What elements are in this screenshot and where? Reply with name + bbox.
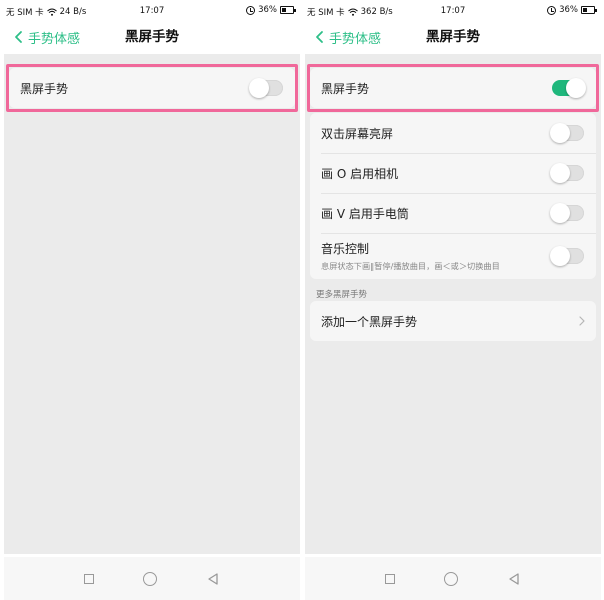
status-bar: 无 SIM 卡 24 B/s 17:07 36% — [4, 0, 300, 22]
gesture-toggle-double-tap[interactable] — [550, 123, 584, 143]
alarm-icon — [246, 5, 256, 15]
gesture-row-camera[interactable]: 画 O 启用相机 — [310, 153, 596, 193]
status-bar: 无 SIM 卡 362 B/s 17:07 36% — [305, 0, 601, 22]
main-toggle-label: 黑屏手势 — [20, 81, 69, 96]
gesture-label: 双击屏幕亮屏 — [321, 126, 394, 141]
gesture-toggle-music[interactable] — [550, 246, 584, 266]
alarm-icon — [547, 5, 557, 15]
add-gesture-label: 添加一个黑屏手势 — [321, 314, 418, 329]
main-toggle-card: 黑屏手势 — [9, 68, 295, 108]
triangle-back-icon[interactable] — [206, 572, 220, 586]
add-gesture-row[interactable]: 添加一个黑屏手势 — [310, 301, 596, 341]
battery-icon — [581, 6, 597, 14]
back-label: 手势体感 — [329, 31, 382, 47]
chevron-right-icon — [579, 316, 585, 326]
back-button[interactable]: 手势体感 — [12, 22, 80, 52]
system-nav-bar — [4, 557, 300, 600]
nav-header: 手势体感 黑屏手势 — [305, 22, 601, 52]
square-recents-icon[interactable] — [83, 573, 94, 584]
circle-home-icon[interactable] — [443, 571, 458, 586]
more-gestures-section-label: 更多黑屏手势 — [316, 290, 368, 300]
battery-icon — [280, 6, 296, 14]
main-toggle-row[interactable]: 黑屏手势 — [310, 68, 596, 108]
gesture-row-flashlight[interactable]: 画 V 启用手电筒 — [310, 193, 596, 233]
triangle-back-icon[interactable] — [507, 572, 521, 586]
gesture-toggle-camera[interactable] — [550, 163, 584, 183]
square-recents-icon[interactable] — [384, 573, 395, 584]
settings-content: 黑屏手势 双击屏幕亮屏 画 O 启用相机 画 V 启用手电筒 音乐控制 息屏状态… — [305, 54, 601, 554]
gesture-list-card: 双击屏幕亮屏 画 O 启用相机 画 V 启用手电筒 音乐控制 息屏状态下画‖暂停… — [310, 113, 596, 279]
status-right: 36% — [246, 5, 296, 15]
back-button[interactable]: 手势体感 — [313, 22, 381, 52]
main-toggle-switch[interactable] — [249, 78, 283, 98]
gesture-label: 音乐控制 — [321, 242, 370, 256]
back-label: 手势体感 — [28, 31, 81, 47]
battery-percent: 36% — [559, 5, 578, 15]
status-right: 36% — [547, 5, 597, 15]
gesture-row-double-tap[interactable]: 双击屏幕亮屏 — [310, 113, 596, 153]
gesture-toggle-flashlight[interactable] — [550, 203, 584, 223]
nav-header: 手势体感 黑屏手势 — [4, 22, 300, 52]
chevron-left-icon — [15, 31, 22, 43]
gesture-label: 画 O 启用相机 — [321, 166, 399, 181]
main-toggle-row[interactable]: 黑屏手势 — [9, 68, 295, 108]
battery-percent: 36% — [258, 5, 277, 15]
chevron-left-icon — [316, 31, 323, 43]
main-toggle-switch[interactable] — [552, 78, 586, 98]
system-nav-bar — [305, 557, 601, 600]
main-toggle-card: 黑屏手势 — [310, 68, 596, 108]
main-toggle-label: 黑屏手势 — [321, 81, 370, 96]
circle-home-icon[interactable] — [142, 571, 157, 586]
gesture-description: 息屏状态下画‖暂停/播放曲目，画＜或＞切换曲目 — [321, 261, 500, 271]
add-gesture-card: 添加一个黑屏手势 — [310, 301, 596, 341]
gesture-text: 音乐控制 息屏状态下画‖暂停/播放曲目，画＜或＞切换曲目 — [321, 240, 500, 272]
right-screen: 无 SIM 卡 362 B/s 17:07 36% 手势体感 黑屏手势 黑屏手势 — [305, 0, 601, 600]
gesture-row-music[interactable]: 音乐控制 息屏状态下画‖暂停/播放曲目，画＜或＞切换曲目 — [310, 233, 596, 279]
settings-content: 黑屏手势 — [4, 54, 300, 554]
left-screen: 无 SIM 卡 24 B/s 17:07 36% 手势体感 黑屏手势 黑屏手势 — [4, 0, 300, 600]
gesture-label: 画 V 启用手电筒 — [321, 206, 409, 221]
